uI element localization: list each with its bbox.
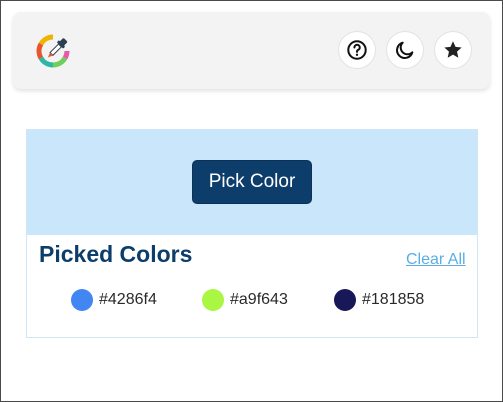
- color-code: #a9f643: [230, 291, 288, 308]
- picked-color-item[interactable]: #4286f4: [71, 289, 157, 311]
- dark-mode-button[interactable]: [386, 31, 424, 69]
- pick-color-button[interactable]: Pick Color: [192, 160, 312, 204]
- color-code: #4286f4: [99, 291, 157, 308]
- color-code: #181858: [362, 291, 425, 308]
- extension-popup: Pick Color Picked Colors Clear All #4286…: [0, 0, 503, 402]
- color-swatch: [334, 289, 356, 311]
- color-swatch: [202, 289, 224, 311]
- color-picker-logo-icon: [31, 29, 75, 73]
- picker-area: Pick Color: [27, 130, 477, 235]
- header-bar: [13, 12, 490, 89]
- question-circle-icon: [346, 39, 368, 61]
- favorite-button[interactable]: [434, 31, 472, 69]
- color-swatch: [71, 289, 93, 311]
- picked-color-item[interactable]: #a9f643: [202, 289, 288, 311]
- help-button[interactable]: [338, 31, 376, 69]
- picked-colors-title: Picked Colors: [39, 241, 193, 267]
- picked-color-item[interactable]: #181858: [334, 289, 424, 311]
- clear-all-link[interactable]: Clear All: [406, 251, 466, 269]
- moon-icon: [394, 39, 416, 61]
- star-icon: [442, 39, 464, 61]
- picker-card: Pick Color Picked Colors Clear All #4286…: [26, 129, 478, 338]
